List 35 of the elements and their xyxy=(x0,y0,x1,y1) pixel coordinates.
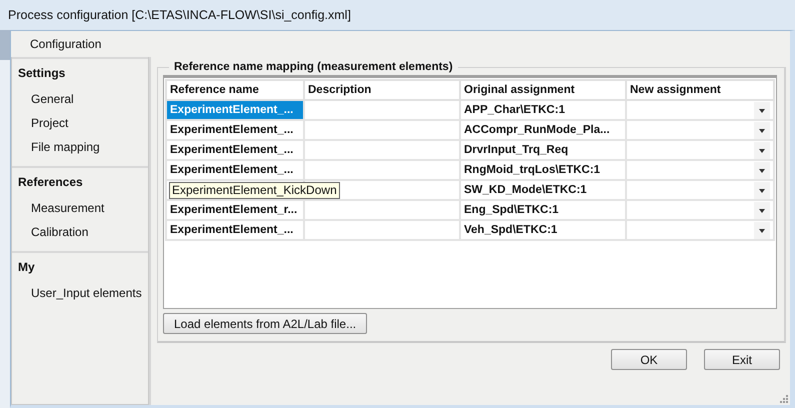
table-cell: ExperimentElement_... xyxy=(170,164,294,176)
panel-title: Configuration xyxy=(30,36,102,53)
table-cell: ExperimentElement_... xyxy=(170,144,294,156)
window-title: Process configuration [C:\ETAS\INCA-FLOW\SI\si_config.xml] xyxy=(8,8,351,22)
nav-item[interactable]: Measurement xyxy=(12,197,124,221)
column-header: Original assignment xyxy=(460,80,626,100)
nav-item[interactable]: General xyxy=(12,88,93,112)
table-cell: SW_KD_Mode\ETKC:1 xyxy=(464,184,587,196)
group-header: References xyxy=(17,174,84,191)
groupbox-title: Reference name mapping (measurement elements) xyxy=(173,61,454,73)
table-cell: Eng_Spd\ETKC:1 xyxy=(464,204,559,216)
table-cell: RngMoid_trqLos\ETKC:1 xyxy=(464,164,600,176)
tooltip: ExperimentElement_KickDown xyxy=(169,182,340,199)
table-cell: ExperimentElement_r... xyxy=(170,204,298,216)
resize-grip-icon[interactable] xyxy=(779,394,788,403)
load-button[interactable]: Load elements from A2L/Lab file... xyxy=(163,313,368,334)
column-header: New assignment xyxy=(626,80,774,100)
ok-button[interactable]: OK xyxy=(611,349,687,370)
table-cell: ExperimentElement_... xyxy=(170,124,294,136)
selected-cell[interactable]: ExperimentElement_... xyxy=(166,100,304,120)
column-header: Reference name xyxy=(166,80,304,100)
table-cell: ExperimentElement_... xyxy=(170,224,294,236)
nav-item[interactable]: Calibration xyxy=(12,221,108,245)
column-header: Description xyxy=(304,80,460,100)
nav-item[interactable]: Project xyxy=(12,112,88,136)
exit-button[interactable]: Exit xyxy=(704,349,780,370)
table-cell: Veh_Spd\ETKC:1 xyxy=(464,224,558,236)
group-header: Settings xyxy=(17,65,66,82)
table-cell: DrvrInput_Trq_Req xyxy=(464,144,568,156)
table-cell: ACCompr_RunMode_Pla... xyxy=(464,124,610,136)
nav-item[interactable]: User_Input elements xyxy=(12,282,161,306)
table-cell: APP_Char\ETKC:1 xyxy=(464,104,565,116)
table-cell: ExperimentElement_... xyxy=(170,104,294,116)
nav-item[interactable]: File mapping xyxy=(12,136,119,160)
group-header: My xyxy=(17,259,36,276)
